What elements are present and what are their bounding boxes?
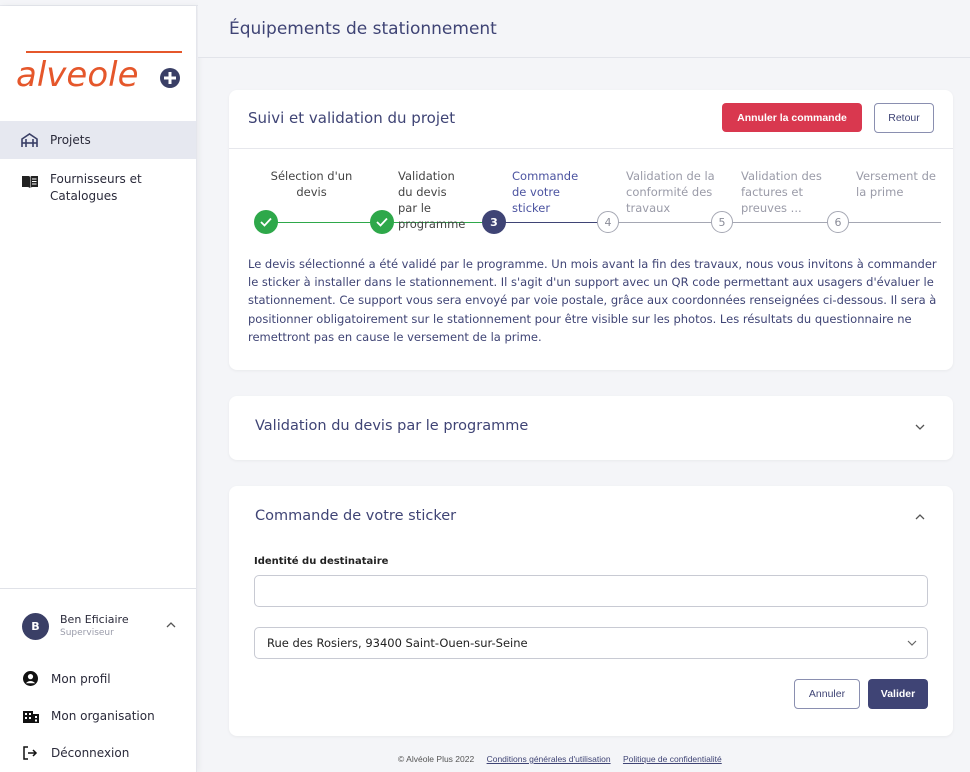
card-divider	[229, 148, 953, 149]
footer: © Alvéole Plus 2022 Conditions générales…	[398, 754, 722, 764]
menu-label: Mon organisation	[51, 709, 155, 723]
cancel-order-button[interactable]: Annuler la commande	[722, 103, 862, 132]
address-select[interactable]: Rue des Rosiers, 93400 Saint-Ouen-sur-Se…	[254, 627, 928, 659]
address-selected-value: Rue des Rosiers, 93400 Saint-Ouen-sur-Se…	[267, 636, 528, 650]
alveole-logo[interactable]: alveole	[16, 46, 186, 98]
submit-button[interactable]: Valider	[868, 679, 928, 709]
menu-label: Mon profil	[51, 671, 111, 686]
building-icon	[22, 709, 39, 723]
validation-section-title: Validation du devis par le programme	[255, 418, 529, 434]
back-button[interactable]: Retour	[874, 103, 934, 133]
catalog-book-icon	[21, 173, 38, 190]
user-circle-icon	[22, 671, 39, 686]
logout-icon	[22, 746, 39, 760]
copyright: © Alvéole Plus 2022	[398, 754, 475, 764]
menu-label: Déconnexion	[51, 746, 130, 760]
cancel-button[interactable]: Annuler	[794, 679, 860, 709]
user-role: Superviseur	[60, 628, 114, 638]
svg-text:alveole: alveole	[16, 55, 139, 95]
page-header: Équipements de stationnement	[198, 0, 970, 58]
menu-mon-profil[interactable]: Mon profil	[22, 671, 111, 686]
step-6-pending: 6	[827, 211, 849, 233]
privacy-link[interactable]: Politique de confidentialité	[623, 754, 722, 764]
step-1-done-check-icon[interactable]	[254, 210, 278, 234]
bike-parking-icon	[21, 132, 38, 149]
chevron-up-icon	[166, 620, 176, 631]
step-6-label: Versement de la prime	[856, 169, 936, 199]
step-5-pending: 5	[711, 211, 733, 233]
project-tracking-card: Suivi et validation du projet Annuler la…	[229, 90, 953, 370]
cgu-link[interactable]: Conditions générales d'utilisation	[487, 754, 611, 764]
page-title: Équipements de stationnement	[229, 19, 497, 39]
recipient-label: Identité du destinataire	[254, 556, 389, 567]
step-connector	[721, 222, 835, 223]
step-connector	[265, 222, 381, 223]
step-connector	[493, 222, 607, 223]
step-1-label: Sélection d'un devis	[270, 169, 353, 199]
avatar: B	[22, 612, 49, 640]
step-2-done-check-icon[interactable]	[370, 210, 394, 234]
step-4-label: Validation de la conformité des travaux	[626, 169, 715, 215]
progress-stepper: Sélection d'un devis Validation du devis…	[229, 160, 953, 240]
step-4-pending: 4	[597, 211, 619, 233]
chevron-down-icon[interactable]	[915, 422, 925, 433]
step-5-label: Validation des factures et preuves ...	[741, 169, 822, 215]
user-name: Ben Eficiaire	[60, 613, 129, 626]
step-connector	[835, 222, 941, 223]
order-section-title: Commande de votre sticker	[255, 508, 457, 524]
validation-section[interactable]: Validation du devis par le programme	[229, 396, 953, 460]
chevron-up-icon[interactable]	[915, 512, 925, 523]
sidebar-item-label: Projets	[50, 133, 91, 147]
step-description: Le devis sélectionné a été validé par le…	[248, 257, 937, 344]
user-menu[interactable]: B Ben Eficiaire Superviseur	[22, 606, 192, 646]
chevron-down-icon	[907, 638, 917, 649]
menu-deconnexion[interactable]: Déconnexion	[22, 746, 129, 760]
sticker-order-section: Commande de votre sticker Identité du de…	[229, 486, 953, 736]
step-3-current[interactable]: 3	[482, 210, 506, 234]
sidebar: alveole Projets Fournisseurs et Catalogu…	[0, 6, 197, 772]
sidebar-item-projets[interactable]: Projets	[0, 121, 196, 159]
sidebar-item-label: Fournisseurs et Catalogues	[50, 172, 142, 203]
sidebar-item-fournisseurs[interactable]: Fournisseurs et Catalogues	[0, 171, 196, 205]
menu-mon-organisation[interactable]: Mon organisation	[22, 709, 155, 723]
sidebar-divider	[0, 588, 196, 589]
step-connector	[607, 222, 721, 223]
step-3-label: Commande de votre sticker	[512, 169, 579, 215]
tracking-title: Suivi et validation du projet	[248, 109, 456, 127]
recipient-input[interactable]	[254, 575, 928, 607]
